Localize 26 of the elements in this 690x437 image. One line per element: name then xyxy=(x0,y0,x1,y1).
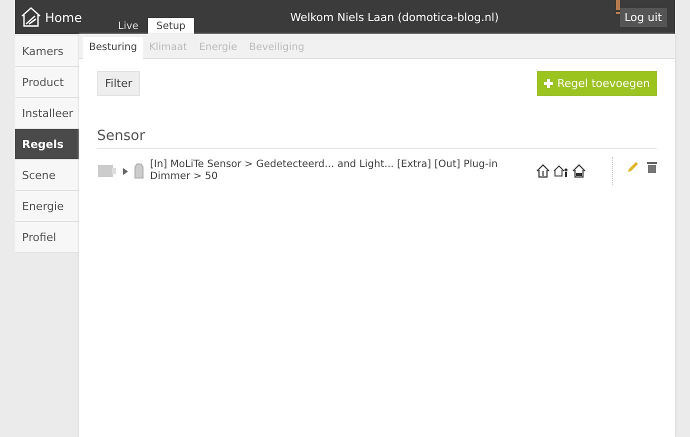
logout-button[interactable]: Log uit xyxy=(620,8,667,26)
sidebar-item[interactable]: Energie xyxy=(15,191,79,222)
sensor-icon xyxy=(134,163,144,179)
alert-icon[interactable] xyxy=(616,0,620,14)
device-icon xyxy=(97,164,117,178)
sleep-mode-icon[interactable] xyxy=(572,164,586,178)
section-title: Sensor xyxy=(97,128,657,149)
house-icon xyxy=(20,6,42,28)
rule-text[interactable]: [In] MoLiTe Sensor > Gedetecteerd... and Light... [Extra] [Out] Plug-in Dimmer > 50 xyxy=(150,159,510,183)
trash-icon[interactable] xyxy=(647,161,657,173)
away-mode-icon[interactable] xyxy=(553,164,569,178)
sidebar-item[interactable]: Scene xyxy=(15,160,79,191)
nav-tab[interactable]: Setup xyxy=(148,18,194,34)
expand-arrow-icon[interactable] xyxy=(123,168,128,174)
sidebar-item[interactable]: Kamers xyxy=(15,36,79,67)
home-mode-icon[interactable] xyxy=(536,164,550,178)
sidebar-item[interactable]: Installeer xyxy=(15,98,79,129)
filter-button[interactable]: Filter xyxy=(97,71,140,96)
sidebar-item[interactable]: Regels xyxy=(15,129,79,160)
nav-tab[interactable]: Live xyxy=(110,18,146,34)
plus-icon xyxy=(544,79,554,88)
sidebar-item[interactable]: Profiel xyxy=(15,222,79,253)
sub-tab[interactable]: Besturing xyxy=(83,37,144,59)
sidebar-item[interactable]: Product xyxy=(15,67,79,98)
welcome-text: Welkom Niels Laan (domotica-blog.nl) xyxy=(289,10,500,24)
home-link[interactable]: Home xyxy=(15,0,90,34)
